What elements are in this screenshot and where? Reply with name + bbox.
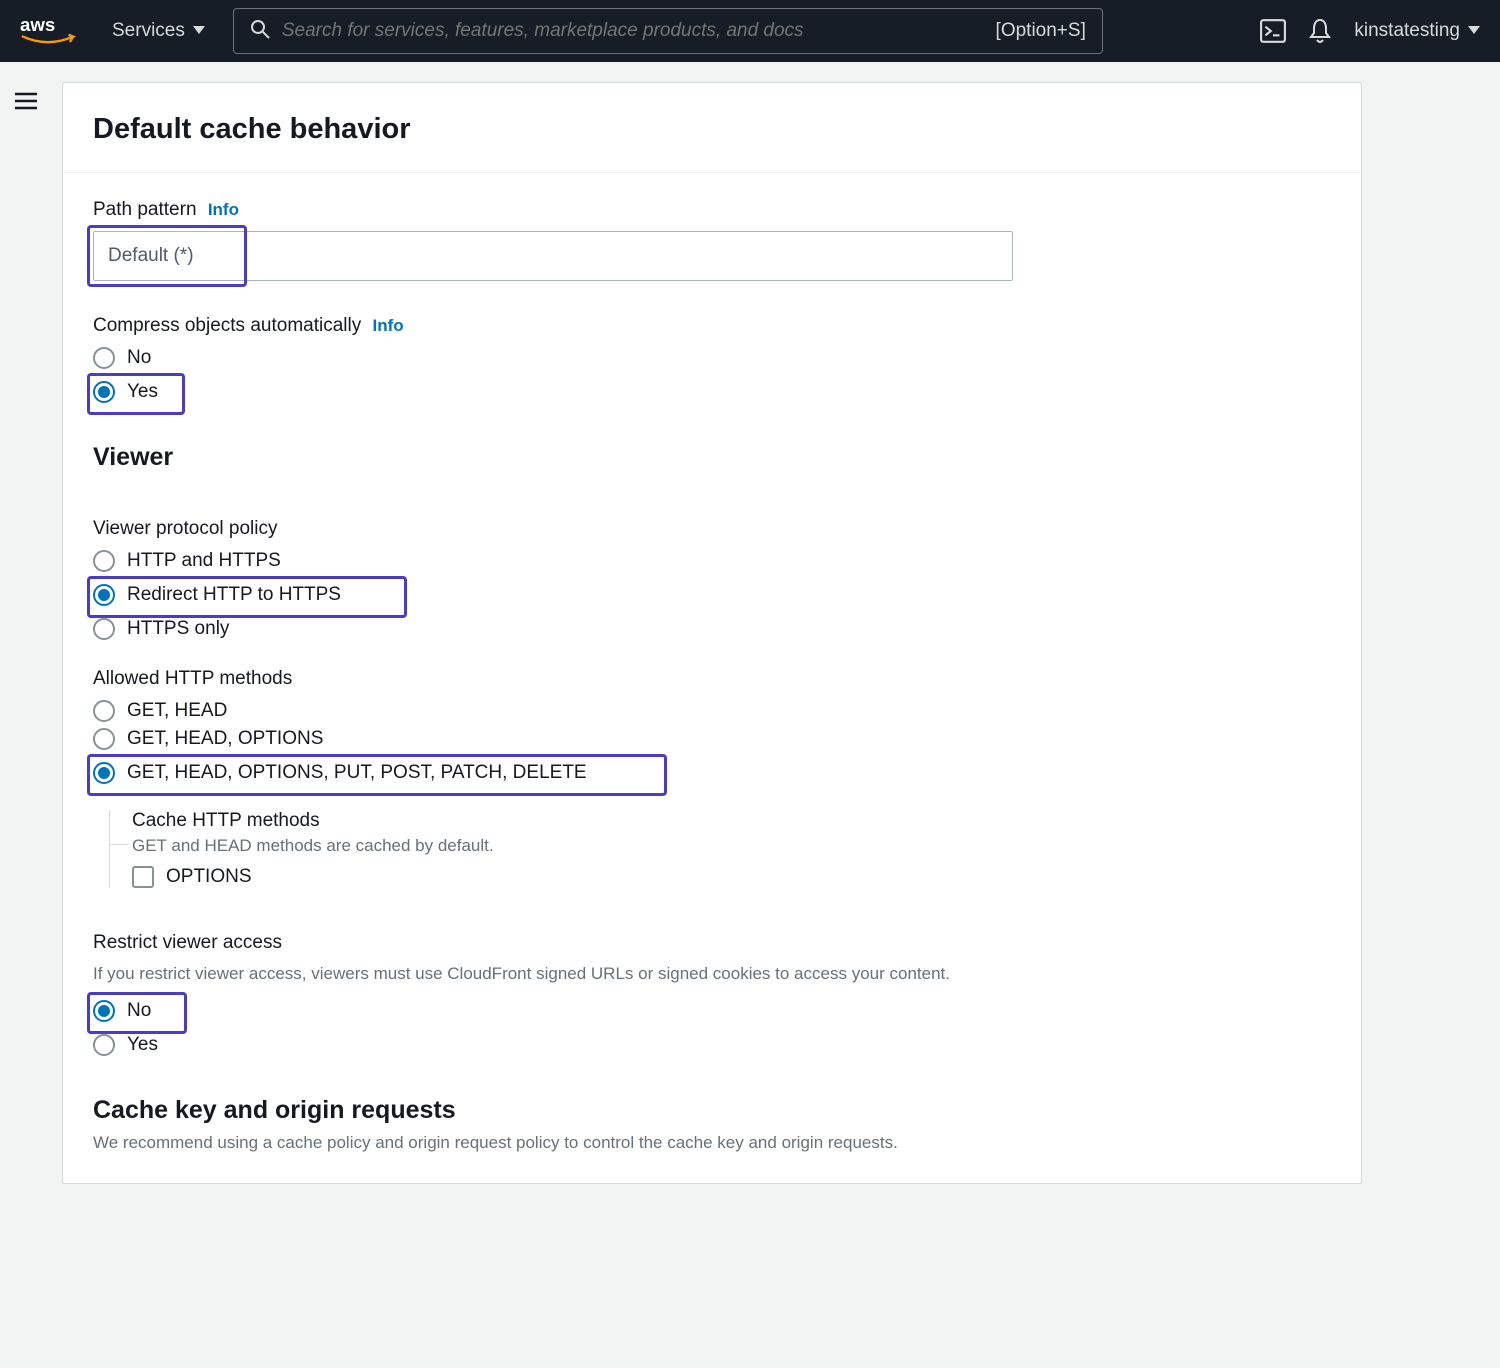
cache-methods-label: Cache HTTP methods: [132, 810, 1331, 832]
restrict-hint: If you restrict viewer access, viewers m…: [93, 964, 1331, 984]
cloudshell-icon[interactable]: [1260, 18, 1286, 44]
panel-title: Default cache behavior: [93, 113, 1331, 146]
caret-down-icon: [193, 20, 205, 42]
radio-selected-icon: [93, 1000, 115, 1022]
compress-no[interactable]: No: [93, 347, 1331, 369]
cache-key-hint: We recommend using a cache policy and or…: [93, 1133, 1331, 1153]
radio-selected-icon: [93, 762, 115, 784]
account-label: kinstatesting: [1354, 20, 1460, 42]
radio-icon: [93, 618, 115, 640]
protocol-https-only[interactable]: HTTPS only: [93, 618, 1331, 640]
services-menu[interactable]: Services: [112, 20, 205, 42]
search-input[interactable]: [282, 20, 996, 42]
radio-icon: [93, 1034, 115, 1056]
protocol-label: Viewer protocol policy: [93, 518, 1331, 540]
methods-all[interactable]: GET, HEAD, OPTIONS, PUT, POST, PATCH, DE…: [93, 762, 587, 784]
svg-text:aws: aws: [20, 14, 55, 35]
compress-label: Compress objects automatically Info: [93, 315, 1331, 337]
radio-selected-icon: [93, 584, 115, 606]
sidebar-toggle[interactable]: [0, 62, 52, 1224]
radio-selected-icon: [93, 381, 115, 403]
checkbox-icon: [132, 866, 154, 888]
restrict-no[interactable]: No: [93, 1000, 151, 1022]
aws-logo[interactable]: aws: [20, 14, 76, 48]
caret-down-icon: [1468, 20, 1480, 42]
radio-icon: [93, 550, 115, 572]
protocol-redirect[interactable]: Redirect HTTP to HTTPS: [93, 584, 341, 606]
cache-key-heading: Cache key and origin requests: [93, 1096, 1331, 1125]
methods-get-head[interactable]: GET, HEAD: [93, 700, 1331, 722]
restrict-yes[interactable]: Yes: [93, 1034, 1331, 1056]
search-shortcut: [Option+S]: [996, 20, 1086, 42]
account-menu[interactable]: kinstatesting: [1354, 20, 1480, 42]
path-pattern-input[interactable]: [93, 231, 1013, 281]
search-icon: [250, 19, 270, 44]
methods-label: Allowed HTTP methods: [93, 668, 1331, 690]
radio-icon: [93, 728, 115, 750]
compress-yes[interactable]: Yes: [93, 381, 158, 403]
radio-icon: [93, 347, 115, 369]
services-label: Services: [112, 20, 185, 42]
path-pattern-info[interactable]: Info: [208, 200, 239, 219]
top-nav: aws Services [Option+S] kinstatesting: [0, 0, 1500, 62]
search-bar[interactable]: [Option+S]: [233, 8, 1103, 54]
methods-get-head-options[interactable]: GET, HEAD, OPTIONS: [93, 728, 1331, 750]
compress-info[interactable]: Info: [373, 316, 404, 335]
default-cache-behavior-panel: Default cache behavior Path pattern Info…: [62, 82, 1362, 1184]
radio-icon: [93, 700, 115, 722]
path-pattern-label: Path pattern Info: [93, 199, 1331, 221]
notifications-icon[interactable]: [1308, 18, 1332, 44]
viewer-heading: Viewer: [93, 443, 1331, 472]
cache-methods-options[interactable]: OPTIONS: [132, 866, 1331, 888]
cache-methods-hint: GET and HEAD methods are cached by defau…: [132, 836, 1331, 856]
protocol-http-https[interactable]: HTTP and HTTPS: [93, 550, 1331, 572]
restrict-label: Restrict viewer access: [93, 932, 1331, 954]
